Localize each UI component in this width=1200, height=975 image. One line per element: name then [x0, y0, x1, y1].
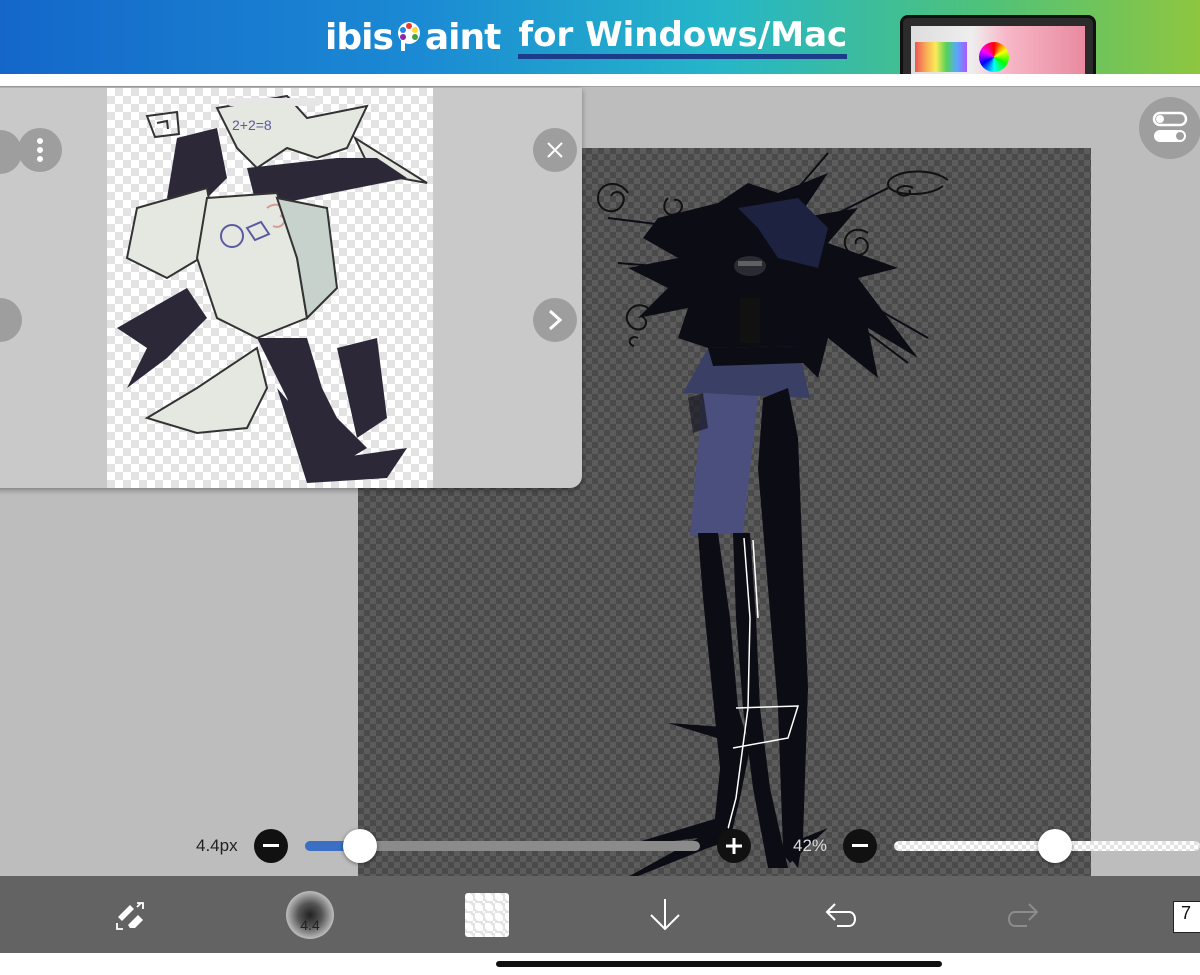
minus-icon	[852, 844, 868, 847]
reference-artwork: 2+2=8	[117, 94, 428, 483]
brush-preview-button[interactable]: 4.4	[280, 876, 340, 953]
tool-swap-icon	[116, 901, 144, 930]
reference-drag-handle[interactable]	[227, 98, 321, 106]
ad-device-image	[900, 15, 1096, 77]
opacity-minus-button[interactable]	[843, 829, 877, 863]
redo-button[interactable]	[992, 876, 1052, 953]
ad-brand: ibis aint	[325, 16, 501, 58]
brush-size-plus-button[interactable]	[717, 829, 751, 863]
ui-toggle-button[interactable]	[1139, 97, 1200, 159]
color-swatch-icon	[465, 892, 509, 937]
ad-banner[interactable]: ibis aint for Windows/Mac	[0, 0, 1200, 77]
more-button[interactable]	[18, 128, 62, 172]
plus-icon	[726, 838, 742, 854]
close-icon	[547, 142, 563, 158]
color-swatch-button[interactable]	[457, 876, 517, 953]
ad-logo: ibis aint for Windows/Mac	[325, 15, 848, 59]
brush-size-minus-button[interactable]	[254, 829, 288, 863]
minus-icon	[263, 844, 279, 847]
move-down-button[interactable]	[635, 876, 695, 953]
layers-icon: 7	[1170, 895, 1200, 935]
redo-icon	[1008, 902, 1039, 927]
reference-image: 2+2=8	[107, 88, 433, 488]
reference-sketch-text: 2+2=8	[232, 117, 272, 133]
arrow-down-icon	[650, 898, 680, 930]
toggle-icon	[1152, 111, 1188, 142]
more-vertical-icon	[37, 138, 43, 162]
undo-icon	[825, 902, 856, 927]
chevron-right-icon	[548, 309, 563, 331]
ad-tagline: for Windows/Mac	[518, 16, 848, 59]
brush-size-label: 4.4px	[196, 836, 238, 855]
layers-count: 7	[1181, 902, 1192, 923]
reference-prev-button[interactable]	[0, 298, 22, 342]
tool-swap-button[interactable]	[100, 876, 160, 953]
bottom-toolbar: 4.4 7	[0, 876, 1200, 953]
brush-preview-label: 4.4	[300, 916, 320, 933]
brush-preview-icon: 4.4	[286, 890, 334, 939]
top-divider	[0, 74, 1200, 87]
opacity-label: 42%	[793, 836, 828, 855]
undo-button[interactable]	[812, 876, 872, 953]
reference-window[interactable]: 2+2=8	[0, 88, 582, 488]
layers-button[interactable]: 7	[1170, 876, 1200, 953]
home-indicator[interactable]	[496, 961, 942, 967]
close-button[interactable]	[533, 128, 577, 172]
next-button[interactable]	[533, 298, 577, 342]
color-wheel-icon	[397, 21, 420, 51]
opacity-knob[interactable]	[1037, 829, 1072, 863]
